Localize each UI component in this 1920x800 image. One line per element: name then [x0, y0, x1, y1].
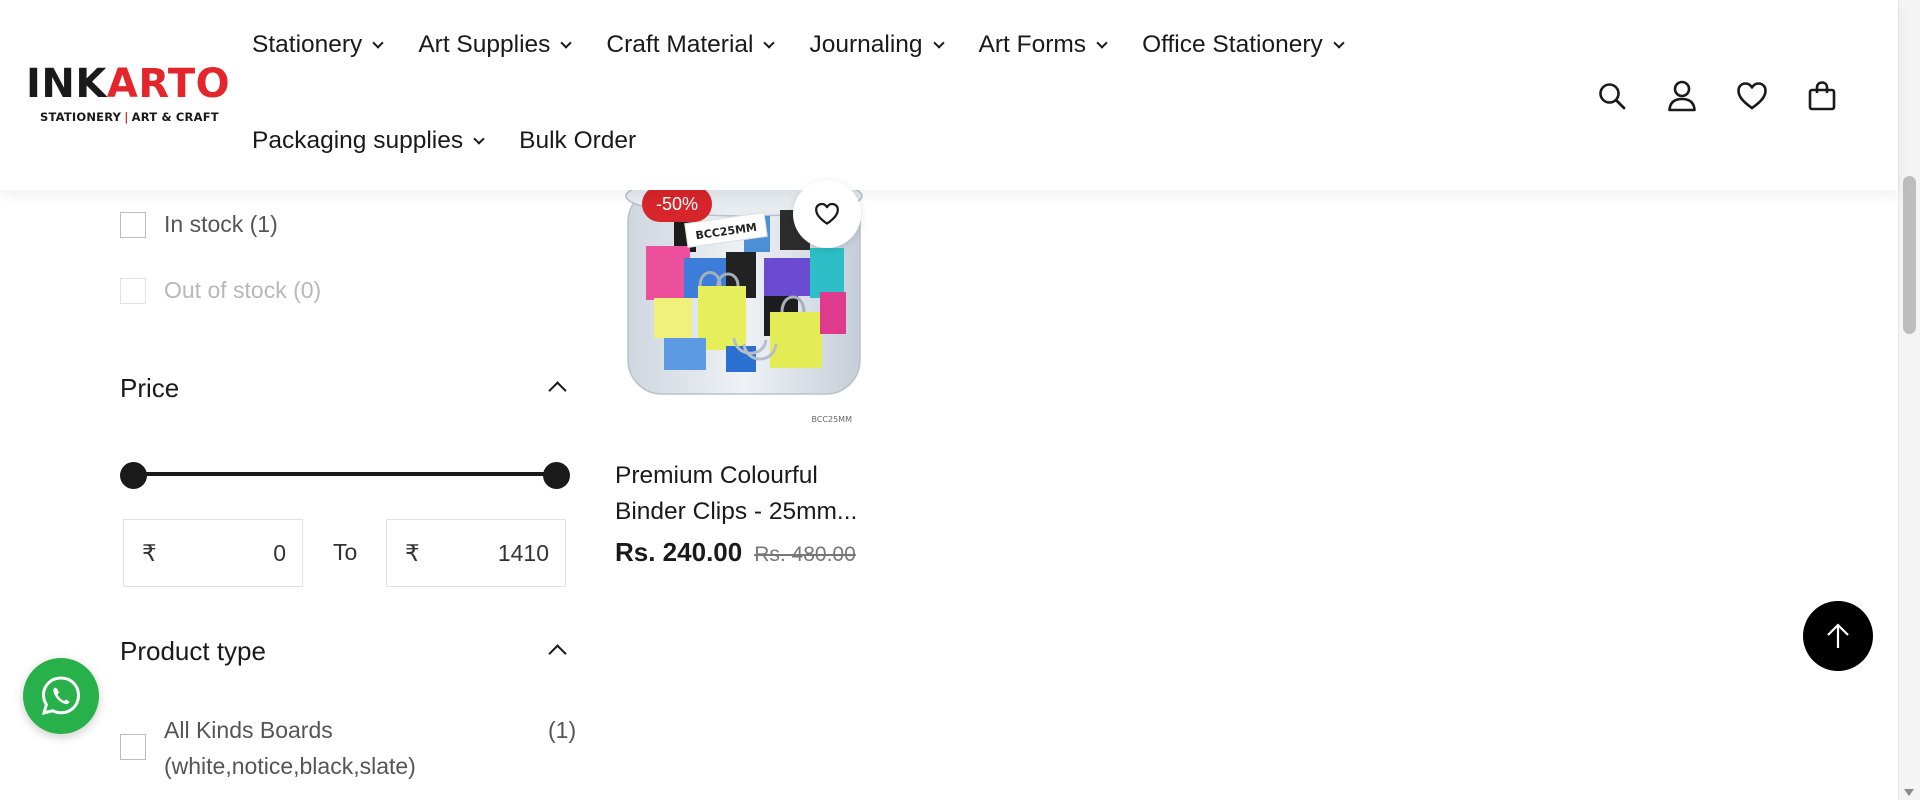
- nav-item-stationery[interactable]: Stationery: [252, 31, 384, 59]
- filter-checkbox[interactable]: [120, 211, 146, 238]
- compare-price: Rs. 480.00: [754, 543, 856, 566]
- chevron-down-icon: [473, 132, 485, 145]
- nav-item-bulk-order[interactable]: Bulk Order: [519, 127, 636, 155]
- product-price: Rs. 240.00 Rs. 480.00: [615, 537, 856, 568]
- logo-tagline-left: STATIONERY: [40, 110, 122, 124]
- filter-label: All Kinds Boards (white,notice,black,sla…: [164, 717, 416, 779]
- price-to-label: To: [333, 539, 358, 565]
- filter-count: (1): [548, 717, 577, 743]
- page-scrollbar[interactable]: [1898, 0, 1920, 800]
- logo-tagline-separator: |: [124, 110, 129, 124]
- whatsapp-icon: [41, 676, 81, 716]
- logo-text-accent: ARTO: [106, 61, 231, 107]
- search-icon[interactable]: [1594, 78, 1630, 114]
- price-range-min-handle[interactable]: [120, 462, 147, 489]
- main-nav-row-1: Stationery Art Supplies Craft Material J…: [252, 31, 1379, 59]
- filter-product-type-item[interactable]: All Kinds Boards (white,notice,black,sla…: [120, 712, 577, 784]
- price-range-track[interactable]: [134, 472, 556, 476]
- logo-text-main: INK: [26, 61, 107, 107]
- cart-icon[interactable]: [1804, 78, 1840, 114]
- back-to-top-button[interactable]: [1803, 601, 1873, 671]
- nav-item-art-supplies[interactable]: Art Supplies: [418, 31, 573, 59]
- heart-icon: [815, 202, 839, 225]
- chevron-down-icon: [932, 36, 945, 49]
- product-type-filter-title[interactable]: Product type: [120, 636, 266, 667]
- discount-badge: -50%: [642, 186, 713, 222]
- nav-item-journaling[interactable]: Journaling: [809, 31, 945, 59]
- filter-label: Out of stock (0): [164, 277, 322, 303]
- main-nav-row-2: Packaging supplies Bulk Order: [252, 127, 672, 155]
- chevron-down-icon: [372, 36, 384, 49]
- logo-tagline-right: ART & CRAFT: [131, 110, 219, 124]
- wishlist-icon[interactable]: [1734, 78, 1770, 114]
- filter-checkbox: [120, 277, 146, 304]
- price-max-input[interactable]: ₹ 1410: [386, 519, 566, 587]
- arrow-up-icon: [1827, 623, 1849, 648]
- scroll-down-arrow-icon[interactable]: [1904, 789, 1914, 796]
- nav-item-art-forms[interactable]: Art Forms: [978, 31, 1108, 59]
- chevron-down-icon: [1096, 36, 1108, 49]
- currency-symbol: ₹: [142, 539, 157, 566]
- nav-item-label: Office Stationery: [1142, 31, 1323, 58]
- nav-item-craft-material[interactable]: Craft Material: [606, 31, 776, 59]
- site-header: INKARTO STATIONERY | ART & CRAFT Stationer…: [0, 0, 1898, 190]
- nav-item-label: Stationery: [252, 31, 363, 58]
- chevron-down-icon: [560, 36, 573, 49]
- price-range-max-handle[interactable]: [543, 462, 570, 489]
- account-icon[interactable]: [1664, 78, 1700, 114]
- header-actions: [1560, 78, 1840, 114]
- chevron-up-icon[interactable]: [548, 381, 567, 400]
- scrollbar-thumb[interactable]: [1903, 176, 1916, 334]
- add-to-wishlist-button[interactable]: [793, 180, 861, 248]
- nav-item-office-stationery[interactable]: Office Stationery: [1142, 31, 1345, 59]
- currency-symbol: ₹: [405, 539, 420, 566]
- nav-item-label: Art Forms: [978, 31, 1087, 58]
- price-min-input[interactable]: ₹ 0: [123, 519, 303, 587]
- chevron-up-icon[interactable]: [548, 644, 567, 663]
- filter-in-stock[interactable]: In stock (1): [120, 211, 278, 238]
- whatsapp-chat-button[interactable]: [23, 658, 99, 734]
- nav-item-label: Craft Material: [606, 31, 754, 58]
- nav-item-label: Journaling: [809, 31, 923, 58]
- filter-out-of-stock: Out of stock (0): [120, 277, 321, 304]
- nav-item-label: Art Supplies: [418, 31, 551, 58]
- nav-item-label: Bulk Order: [519, 127, 637, 154]
- image-caption-text: BCC25MM: [811, 415, 852, 424]
- chevron-down-icon: [1333, 36, 1345, 49]
- filter-checkbox[interactable]: [120, 734, 146, 760]
- nav-item-label: Packaging supplies: [252, 127, 464, 154]
- price-min-value: 0: [273, 539, 286, 566]
- product-title[interactable]: Premium Colourful Binder Clips - 25mm...: [615, 458, 875, 530]
- filter-label: In stock (1): [164, 211, 278, 237]
- site-logo[interactable]: INKARTO STATIONERY | ART & CRAFT: [26, 61, 230, 124]
- nav-item-packaging-supplies[interactable]: Packaging supplies: [252, 127, 485, 155]
- chevron-down-icon: [763, 36, 776, 49]
- price-filter-title[interactable]: Price: [120, 373, 179, 404]
- sale-price: Rs. 240.00: [615, 537, 743, 567]
- price-max-value: 1410: [497, 539, 549, 566]
